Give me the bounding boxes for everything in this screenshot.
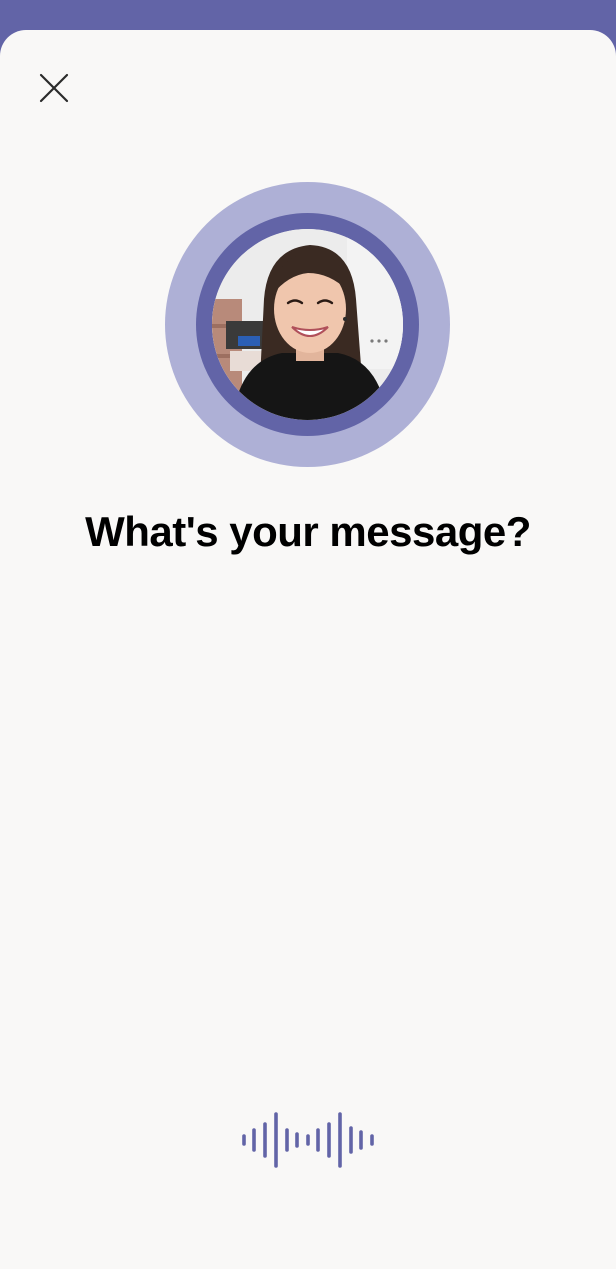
message-sheet: What's your message?: [0, 30, 616, 1269]
recipient-avatar: [165, 182, 450, 467]
voice-waveform-icon[interactable]: [238, 1112, 378, 1168]
message-prompt: What's your message?: [85, 508, 531, 555]
close-icon: [39, 73, 69, 103]
avatar: [212, 229, 403, 420]
close-button[interactable]: [30, 64, 78, 112]
profile-photo: [212, 229, 403, 420]
